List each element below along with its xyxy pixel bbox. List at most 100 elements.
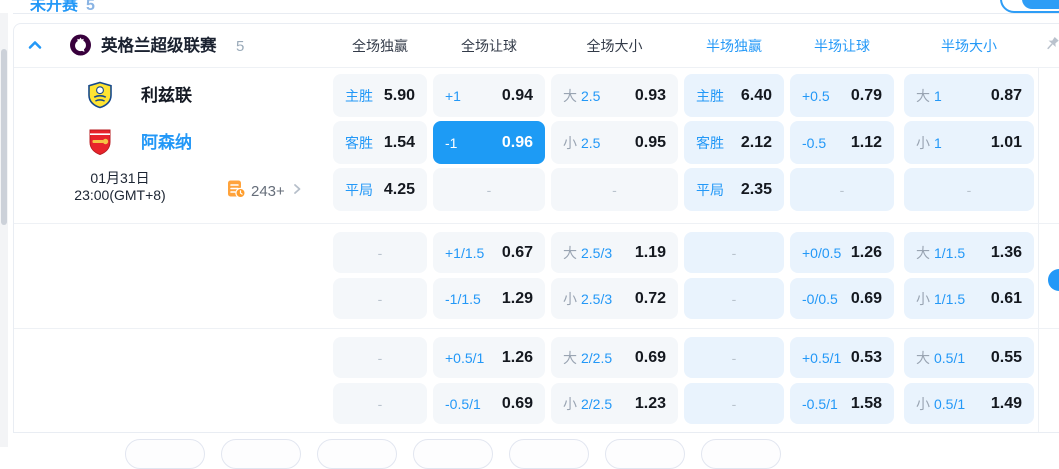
odds-value: 1.36: [990, 243, 1022, 261]
ou-line: 2.5: [581, 87, 601, 104]
odds-cell[interactable]: -1 0.96: [433, 121, 545, 164]
odds-value: 1.23: [634, 394, 666, 412]
more-markets-link[interactable]: 243+: [226, 180, 304, 202]
odds-cell[interactable]: 主胜 5.90: [333, 74, 427, 117]
odds-cell-empty: -: [684, 278, 784, 319]
odds-label: -0.5/1: [802, 395, 838, 412]
odds-value: 0.72: [634, 289, 666, 307]
odds-label: 平局: [345, 181, 373, 198]
odds-cell[interactable]: 小 2.5 0.95: [551, 121, 678, 164]
match-datetime: 01月31日 23:00(GMT+8): [14, 170, 226, 204]
odds-cell[interactable]: 平局 2.35: [684, 168, 784, 211]
ou-line: 2/2.5: [581, 395, 613, 412]
odds-cell[interactable]: +1 0.94: [433, 74, 545, 117]
bottom-tab-pill[interactable]: [605, 439, 685, 469]
odds-label: 大 1/1.5: [916, 243, 965, 263]
odds-value: 1.12: [850, 133, 882, 151]
odds-cell[interactable]: 主胜 6.40: [684, 74, 784, 117]
odds-cell[interactable]: 大 1 0.87: [904, 74, 1034, 117]
odds-cell[interactable]: -0.5/1 0.69: [433, 383, 545, 424]
left-scrollbar-thumb[interactable]: [1, 49, 7, 225]
column-header: 半场让球: [814, 38, 870, 54]
odds-cell[interactable]: 大 1/1.5 1.36: [904, 232, 1034, 273]
column-header: 全场大小: [586, 38, 643, 54]
odds-cell[interactable]: -0.5 1.12: [790, 121, 894, 164]
bottom-tab-pill[interactable]: [125, 439, 205, 469]
arsenal-crest: [86, 128, 114, 156]
odds-label: 客胜: [696, 134, 724, 151]
odds-value: 0.69: [501, 394, 533, 412]
odds-cell[interactable]: 客胜 1.54: [333, 121, 427, 164]
odds-cell[interactable]: +0.5/1 1.26: [433, 337, 545, 378]
odds-value: 2.35: [740, 180, 772, 198]
odds-label: 大 2.5/3: [563, 243, 612, 263]
bottom-tab-pill[interactable]: [413, 439, 493, 469]
odds-value: 1.01: [990, 133, 1022, 151]
pin-icon[interactable]: [1043, 35, 1059, 53]
odds-cell[interactable]: +0.5 0.79: [790, 74, 894, 117]
odds-cell[interactable]: 平局 4.25: [333, 168, 427, 211]
odds-label: 平局: [696, 181, 724, 198]
tab-not-started[interactable]: 未开赛 5: [30, 0, 95, 14]
ou-prefix: 大: [916, 87, 930, 104]
odds-cell[interactable]: 大 2.5 0.93: [551, 74, 678, 117]
ou-prefix: 小: [563, 134, 577, 151]
odds-label: -1: [445, 134, 458, 151]
odds-label: 小 2.5/3: [563, 289, 612, 309]
ou-prefix: 大: [916, 244, 930, 261]
odds-cell[interactable]: 小 1 1.01: [904, 121, 1034, 164]
bottom-tab-pill[interactable]: [317, 439, 397, 469]
odds-cell[interactable]: 小 2.5/3 0.72: [551, 278, 678, 319]
bottom-tab-pill[interactable]: [221, 439, 301, 469]
ou-line: 1: [934, 134, 942, 151]
odds-label: +0/0.5: [802, 244, 842, 261]
odds-cell-empty: -: [333, 337, 427, 378]
bottom-tab-pill[interactable]: [701, 439, 781, 469]
odds-cell[interactable]: 大 0.5/1 0.55: [904, 337, 1034, 378]
odds-sheet-icon: [226, 179, 246, 204]
ou-line: 1/1.5: [934, 290, 966, 307]
odds-cell[interactable]: +0/0.5 1.26: [790, 232, 894, 273]
odds-label: -1/1.5: [445, 290, 481, 307]
match-time: 23:00(GMT+8): [74, 187, 166, 203]
odds-label: -0.5/1: [445, 395, 481, 412]
odds-cell[interactable]: 客胜 2.12: [684, 121, 784, 164]
column-header: 半场大小: [941, 38, 997, 54]
odds-value: 1.54: [383, 133, 415, 151]
more-markets-count: 243+: [251, 182, 285, 200]
odds-value: 0.53: [850, 348, 882, 366]
odds-cell[interactable]: 小 0.5/1 1.49: [904, 383, 1034, 424]
ou-prefix: 小: [916, 395, 930, 412]
odds-cell[interactable]: 小 2/2.5 1.23: [551, 383, 678, 424]
ou-prefix: 大: [563, 349, 577, 366]
group-divider: [14, 328, 1059, 329]
odds-cell[interactable]: -0/0.5 0.69: [790, 278, 894, 319]
odds-cell[interactable]: +0.5/1 0.53: [790, 337, 894, 378]
odds-cell[interactable]: -1/1.5 1.29: [433, 278, 545, 319]
odds-label: 大 2.5: [563, 86, 600, 106]
top-right-toggle[interactable]: [1000, 0, 1059, 13]
ou-line: 0.5/1: [934, 395, 966, 412]
ou-prefix: 小: [916, 290, 930, 307]
odds-cell[interactable]: 小 1/1.5 0.61: [904, 278, 1034, 319]
column-header: 全场独赢: [352, 38, 408, 54]
odds-value: 4.25: [383, 180, 415, 198]
odds-value: 0.67: [501, 243, 533, 261]
odds-cell-empty: -: [684, 383, 784, 424]
odds-value: 1.58: [850, 394, 882, 412]
match-date: 01月31日: [90, 170, 150, 186]
odds-value: 0.96: [501, 133, 533, 151]
home-team-name[interactable]: 利兹联: [141, 74, 192, 117]
odds-label: 小1: [916, 133, 942, 153]
left-scrollbar-track: [0, 13, 8, 447]
away-team-name[interactable]: 阿森纳: [141, 121, 192, 164]
odds-cell[interactable]: +1/1.5 0.67: [433, 232, 545, 273]
odds-cell[interactable]: -0.5/1 1.58: [790, 383, 894, 424]
top-right-toggle-fill: [1022, 0, 1059, 9]
odds-cell[interactable]: 大 2/2.5 0.69: [551, 337, 678, 378]
odds-label: -0.5: [802, 134, 827, 151]
collapse-league-button[interactable]: [26, 36, 44, 54]
league-card: 英格兰超级联赛 5 全场独赢 全场让球 全场大小 半场独赢 半场让球 半场大小 利兹联 阿…: [13, 23, 1059, 433]
odds-cell[interactable]: 大 2.5/3 1.19: [551, 232, 678, 273]
bottom-tab-pill[interactable]: [509, 439, 589, 469]
